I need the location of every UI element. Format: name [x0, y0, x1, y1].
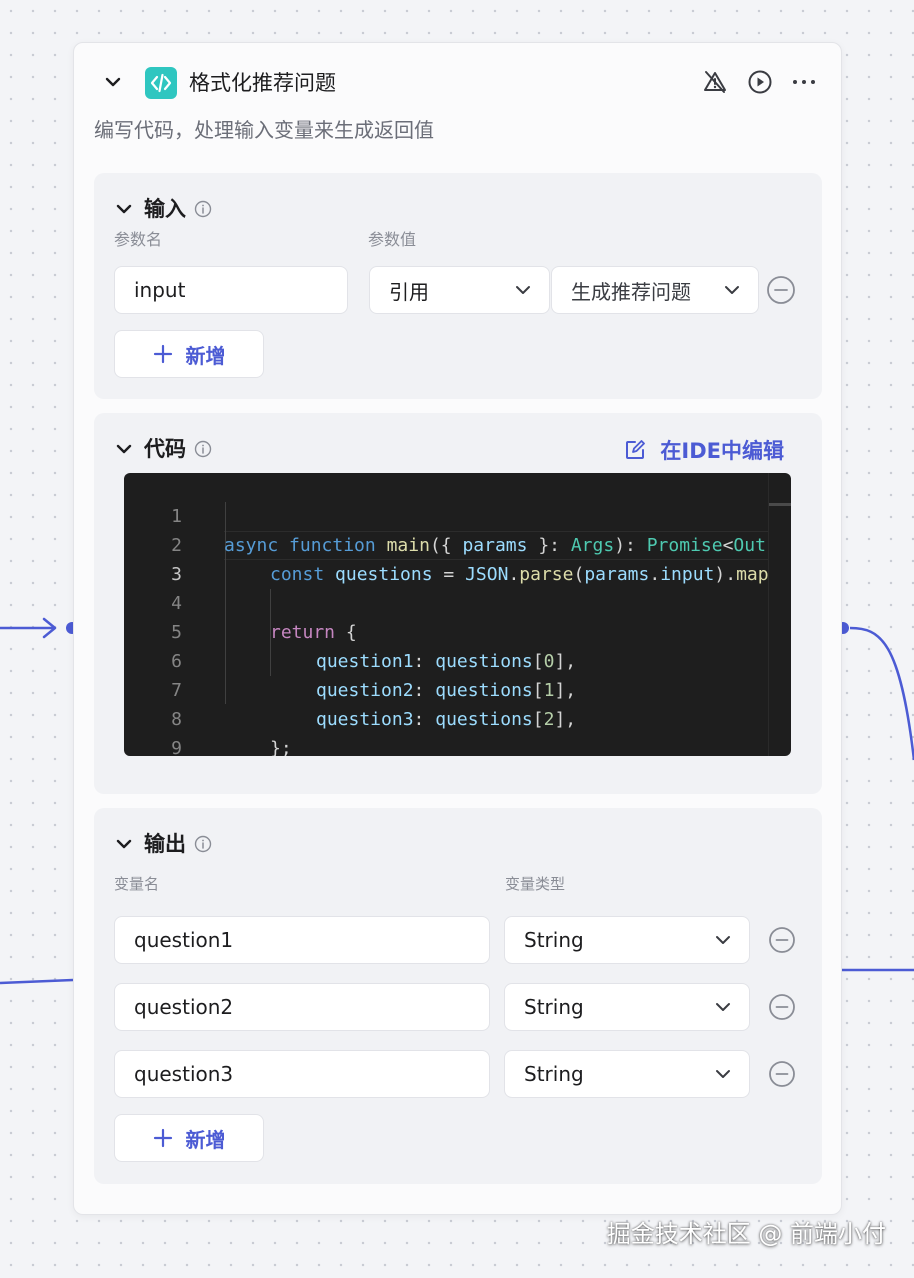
add-output-label: 新增 — [185, 1127, 226, 1152]
chevron-down-icon — [516, 286, 530, 294]
collapse-chevron-icon[interactable] — [102, 71, 124, 93]
code-section-header: 代码 — [114, 435, 212, 463]
minus-circle-icon — [769, 927, 795, 953]
remove-output-button[interactable] — [767, 1059, 797, 1089]
chevron-down-icon — [716, 1003, 730, 1011]
code-line: 4 return { — [171, 593, 357, 643]
minus-circle-icon — [769, 994, 795, 1020]
info-icon[interactable] — [194, 200, 212, 218]
minus-circle-icon — [769, 1061, 795, 1087]
edit-in-ide-link[interactable]: 在IDE中编辑 — [624, 435, 784, 465]
edit-in-ide-label: 在IDE中编辑 — [660, 439, 784, 463]
input-section-title: 输入 — [144, 197, 186, 221]
value-ref-select[interactable]: 生成推荐问题 — [551, 266, 759, 314]
output-type-value: String — [524, 995, 584, 1019]
code-editor[interactable]: 1 async function main({ params }: Args):… — [124, 473, 791, 756]
value-type-select[interactable]: 引用 — [369, 266, 550, 314]
code-line: 7 question3: questions[2], — [171, 680, 577, 730]
plus-icon — [153, 1128, 172, 1148]
chevron-down-icon[interactable] — [114, 834, 134, 854]
minus-circle-icon — [767, 276, 795, 304]
add-output-button[interactable]: 新增 — [114, 1114, 264, 1162]
add-input-button[interactable]: 新增 — [114, 330, 264, 378]
warning-off-button[interactable] — [701, 68, 729, 96]
incoming-edge-top — [0, 617, 57, 639]
output-type-select[interactable]: String — [504, 983, 750, 1031]
value-type-value: 引用 — [389, 279, 429, 304]
input-section-header: 输入 — [114, 195, 212, 223]
output-type-select[interactable]: String — [504, 916, 750, 964]
output-type-select[interactable]: String — [504, 1050, 750, 1098]
output-type-value: String — [524, 1062, 584, 1086]
input-section: 输入 参数名 参数值 input 引用 生成推荐问题 新增 — [94, 173, 822, 399]
chevron-down-icon[interactable] — [114, 199, 134, 219]
output-section-header: 输出 — [114, 830, 212, 858]
remove-output-button[interactable] — [767, 925, 797, 955]
node-header: 格式化推荐问题 — [74, 43, 841, 121]
output-type-value: String — [524, 928, 584, 952]
output-name-input[interactable]: question1 — [114, 916, 490, 964]
output-section-title: 输出 — [144, 832, 186, 856]
param-name-input[interactable]: input — [114, 266, 348, 314]
incoming-edge-bottom — [0, 978, 74, 985]
info-icon[interactable] — [194, 440, 212, 458]
code-line: 8 }; — [171, 709, 292, 756]
remove-input-button[interactable] — [766, 275, 796, 305]
value-ref-value: 生成推荐问题 — [571, 279, 691, 304]
remove-output-button[interactable] — [767, 992, 797, 1022]
edit-icon — [626, 440, 646, 459]
output-section: 输出 变量名 变量类型 question1 String question2 S… — [94, 808, 822, 1184]
chevron-down-icon[interactable] — [114, 439, 134, 459]
watermark: 掘金技术社区 @ 前端小付 — [606, 1220, 886, 1248]
node-title: 格式化推荐问题 — [189, 71, 336, 95]
warning-off-icon — [704, 71, 726, 93]
code-line: 2 const questions = JSON.parse(params.in… — [171, 535, 769, 585]
code-section-title: 代码 — [144, 437, 186, 461]
code-line: 6 question2: questions[1], — [171, 651, 577, 701]
chevron-down-icon — [725, 286, 739, 294]
outgoing-edge-top — [849, 626, 914, 761]
code-line: 1 async function main({ params }: Args):… — [171, 506, 766, 556]
code-node[interactable]: 格式化推荐问题 编写代码，处理输入变量来生成返回值 输入 参数名 参数值 inp… — [73, 42, 842, 1215]
var-type-label: 变量类型 — [505, 875, 566, 893]
code-line: 5 question1: questions[0], — [171, 622, 577, 672]
add-input-label: 新增 — [185, 343, 226, 368]
info-icon[interactable] — [194, 835, 212, 853]
run-icon — [748, 70, 772, 94]
code-line: 9 } — [171, 738, 182, 756]
code-icon — [145, 67, 177, 99]
code-line: 3 — [171, 564, 182, 585]
chevron-down-icon — [716, 1070, 730, 1078]
more-icon — [793, 80, 815, 84]
output-name-input[interactable]: question3 — [114, 1050, 490, 1098]
var-name-label: 变量名 — [114, 875, 160, 893]
param-name-label: 参数名 — [114, 230, 163, 249]
chevron-down-icon — [716, 936, 730, 944]
run-button[interactable] — [746, 68, 774, 96]
node-description: 编写代码，处理输入变量来生成返回值 — [94, 118, 434, 142]
more-button[interactable] — [790, 68, 818, 96]
plus-icon — [153, 344, 172, 364]
param-value-label: 参数值 — [368, 230, 417, 249]
output-name-input[interactable]: question2 — [114, 983, 490, 1031]
code-section: 代码 在IDE中编辑 1 async function main({ param… — [94, 413, 822, 794]
